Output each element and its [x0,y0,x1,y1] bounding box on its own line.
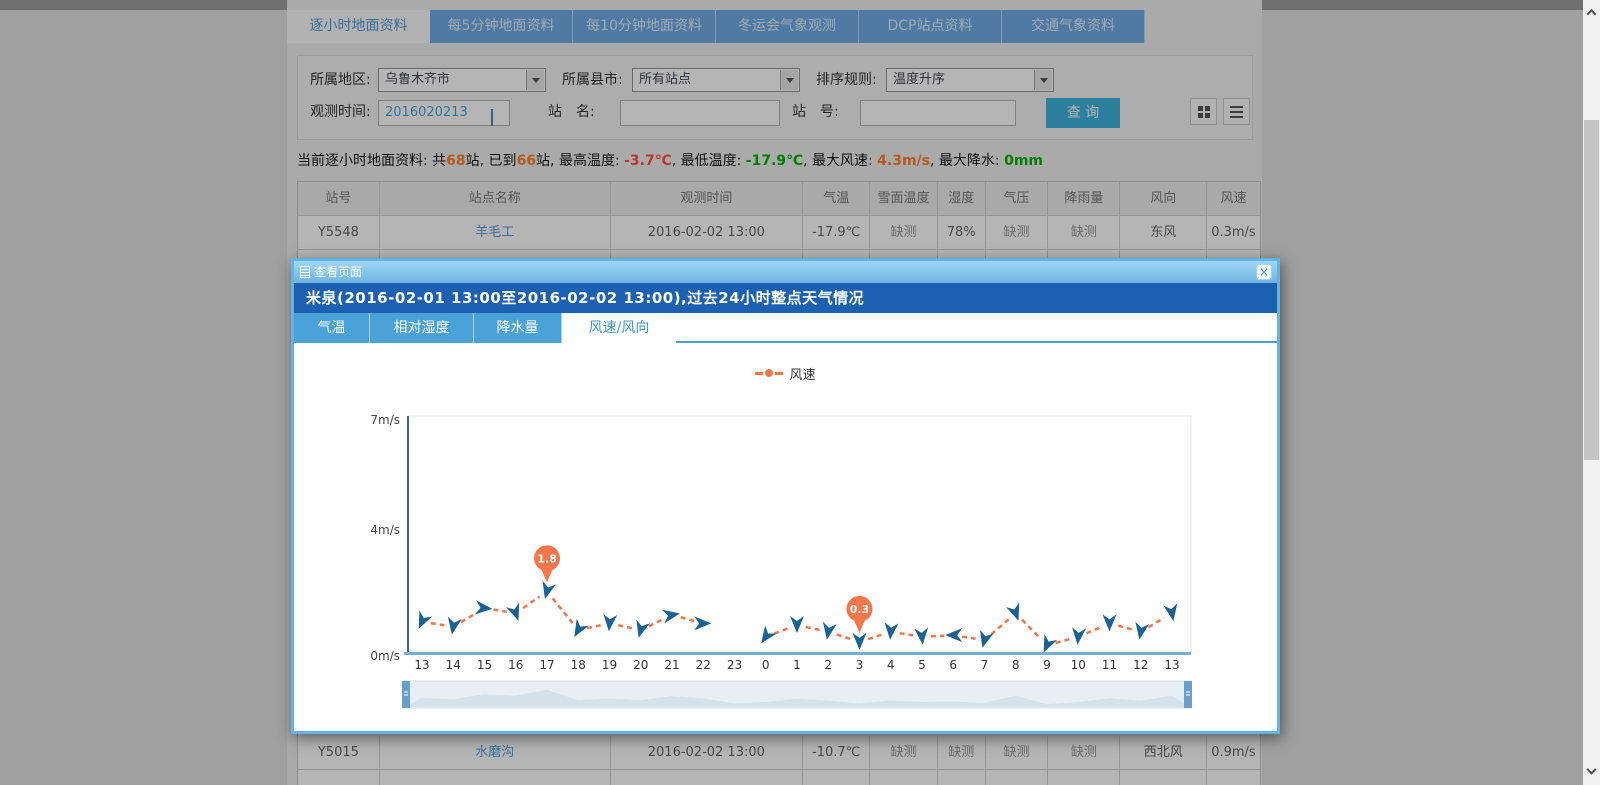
y-tick-label: 0m/s [370,649,400,663]
x-tick-label: 23 [727,658,742,672]
x-tick-label: 20 [633,658,648,672]
wind-speed-line-segment [806,627,820,630]
balloon-value: 1.8 [537,552,557,565]
chart-legend: 风速 [294,343,1277,403]
x-tick-label: 2 [824,658,832,672]
dialog-tab[interactable]: 相对湿度 [370,313,474,343]
wind-speed-line-segment [1118,626,1132,630]
wind-speed-line-segment [1022,620,1041,639]
x-tick-label: 7 [981,658,989,672]
wind-speed-line-segment [461,613,477,622]
wind-direction-arrow-marker[interactable] [914,627,929,645]
legend-label: 风速 [789,364,815,383]
dialog-header-title: 米泉(2016-02-01 13:00至2016-02-02 13:00),过去… [294,283,1277,313]
wind-speed-line-segment [618,625,632,628]
close-icon[interactable]: × [1256,264,1272,280]
wind-speed-line-segment [991,619,1009,634]
wind-speed-line-segment [553,598,573,623]
wind-direction-arrow-marker[interactable] [602,614,617,632]
wind-direction-arrow-marker[interactable] [853,633,867,650]
x-tick-label: 5 [918,658,926,672]
browser-scrollbar[interactable] [1583,0,1600,785]
wind-direction-arrow-marker[interactable] [1164,603,1181,622]
view-dialog: 查看页面 × 米泉(2016-02-01 13:00至2016-02-02 13… [291,258,1280,734]
wind-direction-arrow-marker[interactable] [632,620,650,640]
wind-speed-line-segment [774,628,788,633]
x-tick-label: 16 [508,658,523,672]
wind-direction-arrow-marker[interactable] [976,630,994,650]
wind-speed-line-segment [523,596,540,608]
x-tick-label: 3 [856,658,864,672]
x-tick-label: 14 [446,658,461,672]
wind-direction-arrow-marker[interactable] [475,600,493,615]
x-tick-label: 1 [793,658,801,672]
y-tick-label: 4m/s [370,523,400,537]
wind-direction-arrow-marker[interactable] [506,602,525,623]
legend-line-icon [775,372,783,375]
wind-speed-line-segment [1056,639,1070,643]
y-tick-label: 7m/s [370,413,400,427]
dialog-tab[interactable]: 气温 [294,313,370,343]
wind-direction-arrow-marker[interactable] [945,628,962,642]
x-tick-label: 22 [696,658,711,672]
wind-direction-arrow-marker[interactable] [412,611,432,632]
x-tick-label: 11 [1102,658,1117,672]
wind-speed-line-segment [587,625,601,628]
x-tick-label: 18 [571,658,586,672]
wind-speed-line-segment [962,637,975,639]
scrollbar-thumb[interactable] [1584,120,1599,460]
wind-direction-arrow-marker[interactable] [662,607,681,624]
wind-direction-arrow-marker[interactable] [820,622,837,641]
legend-item-windspeed[interactable]: 风速 [755,364,815,383]
document-icon [300,266,310,278]
wind-speed-line-segment [681,617,695,621]
wind-direction-arrow-marker[interactable] [755,625,776,647]
wind-speed-chart: 0m/s4m/s7m/s1314151617181920212223012345… [294,403,1277,713]
x-tick-label: 21 [664,658,679,672]
wind-direction-arrow-marker[interactable] [445,617,462,636]
wind-speed-line-segment [868,635,882,640]
x-tick-label: 15 [477,658,492,672]
dialog-tab[interactable]: 降水量 [474,313,562,343]
wind-speed-line-segment [931,636,944,637]
wind-direction-arrow-marker[interactable] [694,616,711,630]
x-tick-label: 10 [1071,658,1086,672]
x-tick-label: 13 [414,658,429,672]
x-tick-label: 8 [1012,658,1020,672]
wind-direction-arrow-marker[interactable] [1103,614,1117,631]
x-tick-label: 19 [602,658,617,672]
balloon-value: 0.3 [850,603,870,616]
scroll-up-icon[interactable] [1583,4,1600,21]
x-tick-label: 0 [762,658,770,672]
x-tick-label: 9 [1043,658,1051,672]
legend-dot-icon [765,369,773,377]
scroll-down-icon[interactable] [1583,764,1600,781]
wind-speed-line-segment [431,623,444,625]
wind-direction-arrow-marker[interactable] [790,616,804,633]
dialog-titlebar[interactable]: 查看页面 × [294,261,1277,283]
wind-speed-line-segment [1087,627,1102,633]
x-tick-label: 4 [887,658,895,672]
x-tick-label: 6 [949,658,957,672]
wind-direction-arrow-marker[interactable] [1071,627,1086,645]
legend-line-icon [755,372,763,375]
dialog-title: 查看页面 [314,265,362,279]
dialog-tab-bar: 气温相对湿度降水量风速/风向 [294,313,1277,343]
wind-speed-line-segment [493,610,506,612]
wind-speed-line-segment [1148,618,1164,627]
wind-direction-arrow-marker[interactable] [883,622,898,640]
dialog-tab[interactable]: 风速/风向 [562,313,676,343]
x-tick-label: 13 [1164,658,1179,672]
x-tick-label: 17 [539,658,554,672]
wind-speed-line-segment [900,633,913,635]
wind-speed-line-segment [837,635,851,640]
x-tick-label: 12 [1133,658,1148,672]
wind-direction-arrow-marker[interactable] [1132,622,1149,641]
wind-speed-line-segment [649,619,664,626]
